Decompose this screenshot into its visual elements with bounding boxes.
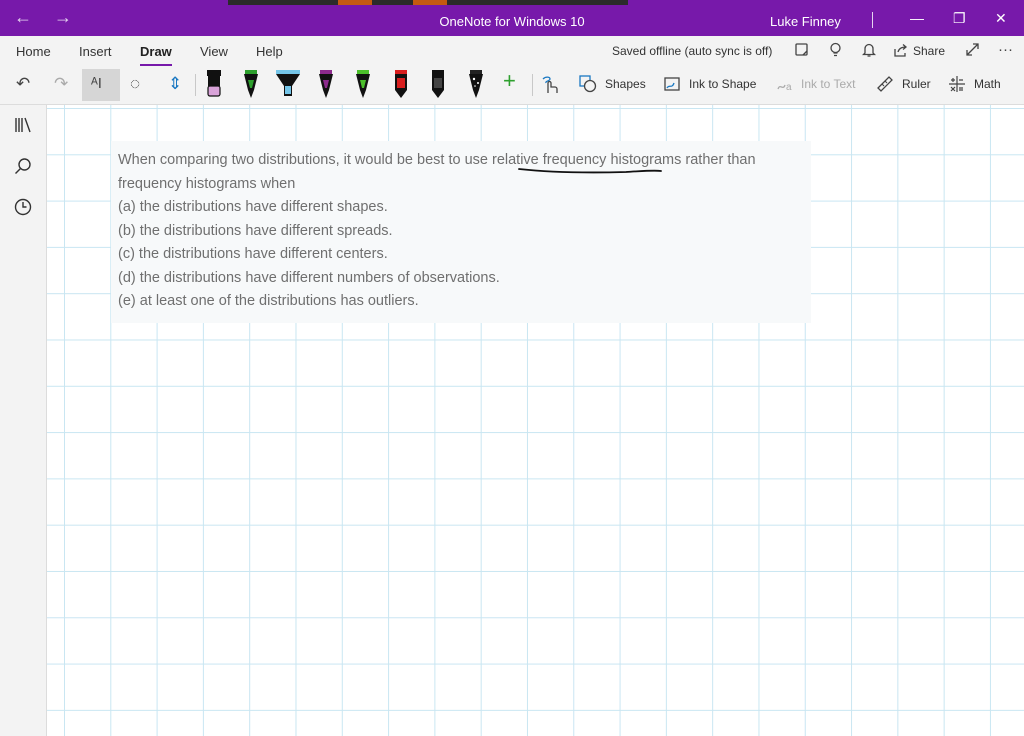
question-line-2: frequency histograms when <box>118 176 296 192</box>
redo-icon[interactable]: ↷ <box>54 75 68 93</box>
math-button[interactable]: Math <box>974 77 1001 91</box>
close-button[interactable]: ✕ <box>995 10 1007 27</box>
tab-draw[interactable]: Draw <box>140 44 172 66</box>
minimize-button[interactable]: — <box>910 10 924 26</box>
ruler-button[interactable]: Ruler <box>902 77 931 91</box>
toolbar-divider <box>195 74 196 96</box>
tab-insert[interactable]: Insert <box>79 44 112 59</box>
math-icon[interactable] <box>948 75 966 97</box>
notebooks-icon[interactable] <box>14 117 32 138</box>
title-bar: ← → OneNote for Windows 10 Luke Finney —… <box>0 0 1024 36</box>
bell-icon[interactable] <box>861 42 877 62</box>
navigation-sidebar <box>0 105 47 736</box>
lasso-select-icon[interactable]: ◌ <box>130 75 140 93</box>
touch-drawing-icon[interactable] <box>541 75 559 99</box>
tab-view[interactable]: View <box>200 44 228 59</box>
more-options-icon[interactable]: ··· <box>998 41 1013 58</box>
question-text-start: When comparing two distributions, it wou… <box>118 152 492 168</box>
pen-green-icon[interactable] <box>239 68 263 100</box>
pen-lime-icon[interactable] <box>351 68 375 100</box>
ink-to-text-icon[interactable]: a <box>776 75 794 97</box>
option-e: (e) at least one of the distributions ha… <box>118 293 419 309</box>
pen-red-icon[interactable] <box>389 68 413 100</box>
highlighter-cyan-icon[interactable] <box>276 68 300 100</box>
share-icon[interactable] <box>893 43 908 62</box>
recent-notes-icon[interactable] <box>14 198 32 221</box>
ink-to-text-button[interactable]: Ink to Text <box>801 77 855 91</box>
pen-black-icon[interactable] <box>426 68 450 100</box>
restore-button[interactable]: ❐ <box>953 10 966 27</box>
tab-home[interactable]: Home <box>16 44 51 59</box>
option-c: (c) the distributions have different cen… <box>118 246 388 262</box>
option-b: (b) the distributions have different spr… <box>118 223 393 239</box>
pen-purple-icon[interactable] <box>314 68 338 100</box>
ink-underline-stroke[interactable] <box>516 165 666 177</box>
toolbar-divider <box>532 74 533 96</box>
ribbon-tabs: Home Insert Draw View Help Saved offline… <box>0 36 1024 66</box>
option-a: (a) the distributions have different sha… <box>118 199 388 215</box>
share-button[interactable]: Share <box>913 44 945 58</box>
svg-text:a: a <box>786 82 792 93</box>
user-name[interactable]: Luke Finney <box>770 14 841 29</box>
undo-icon[interactable]: ↶ <box>16 75 30 93</box>
shapes-icon[interactable] <box>579 75 597 97</box>
highlighter-pink-icon[interactable] <box>202 68 226 100</box>
tab-help[interactable]: Help <box>256 44 283 59</box>
taskbar-strip <box>228 0 628 5</box>
expand-icon[interactable] <box>965 42 980 61</box>
pen-galaxy-icon[interactable] <box>464 68 488 100</box>
window-title: OneNote for Windows 10 <box>439 14 585 29</box>
sync-status: Saved offline (auto sync is off) <box>612 44 773 58</box>
add-pen-icon[interactable]: + <box>503 70 516 92</box>
lasso-select-text-icon[interactable]: ᴬI <box>91 75 102 93</box>
draw-toolbar: ↶ ↷ ᴬI ◌ ⇕ + Shapes Ink to Shape a Ink t… <box>0 66 1024 105</box>
ruler-icon[interactable] <box>876 75 894 97</box>
ink-to-shape-icon[interactable] <box>664 75 682 97</box>
add-space-icon[interactable]: ⇕ <box>168 75 182 93</box>
search-icon[interactable] <box>14 157 32 180</box>
titlebar-divider <box>872 12 873 28</box>
option-d: (d) the distributions have different num… <box>118 270 500 286</box>
lightbulb-icon[interactable] <box>829 42 842 62</box>
notification-page-icon[interactable] <box>794 42 809 61</box>
ink-to-shape-button[interactable]: Ink to Shape <box>689 77 756 91</box>
note-container[interactable]: When comparing two distributions, it wou… <box>111 141 811 323</box>
shapes-button[interactable]: Shapes <box>605 77 646 91</box>
